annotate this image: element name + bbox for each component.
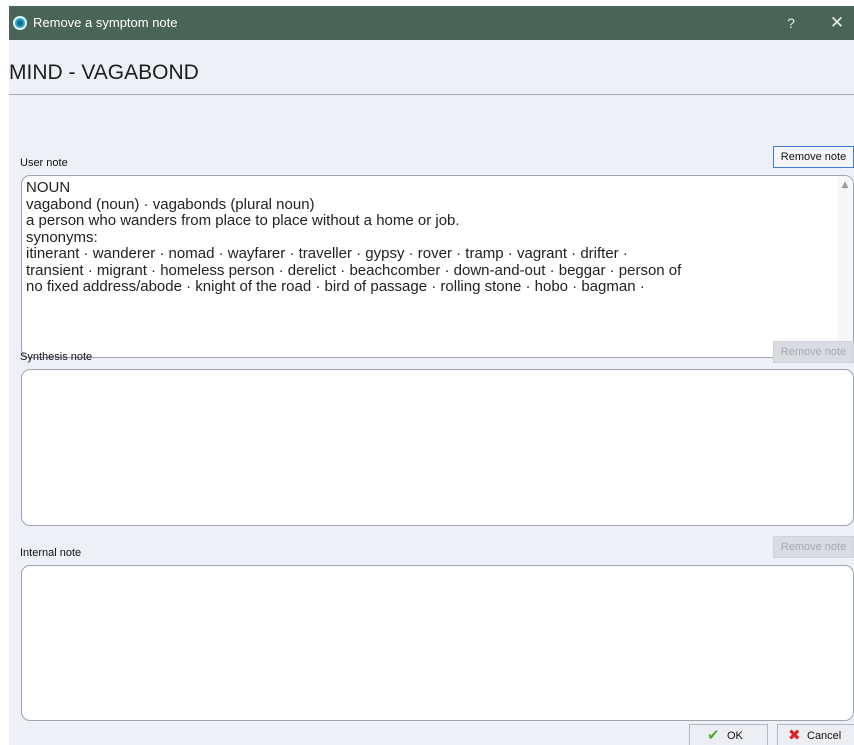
- ok-button-label: OK: [727, 730, 743, 742]
- ok-button[interactable]: ✔ OK: [689, 724, 768, 745]
- title-separator: [9, 94, 854, 95]
- user-note-line: transient · migrant · homeless person · …: [26, 261, 682, 279]
- cancel-button-label: Cancel: [807, 730, 842, 742]
- internal-note-label: Internal note: [20, 547, 82, 559]
- internal-note-textarea[interactable]: [21, 565, 854, 721]
- title-bar[interactable]: Remove a symptom note ? ✕: [9, 6, 854, 40]
- user-note-line: synonyms:: [26, 228, 98, 246]
- user-note-line: a person who wanders from place to place…: [26, 212, 460, 229]
- user-note-text: NOUN vagabond (noun) · vagabonds (plural …: [26, 179, 831, 296]
- remove-symptom-note-dialog: Remove a symptom note ? ✕ MIND - VAGABON…: [9, 6, 854, 745]
- user-note-line: no fixed address/abode · knight of the r…: [26, 278, 645, 295]
- checkmark-icon: ✔: [707, 727, 720, 744]
- synthesis-note-textarea[interactable]: [21, 369, 854, 526]
- user-note-line: vagabond (noun) · vagabonds (plural noun…: [26, 195, 315, 213]
- user-note-scrollbar[interactable]: ▲ ▼: [837, 176, 853, 357]
- remove-user-note-button[interactable]: Remove note: [773, 146, 854, 168]
- cancel-button[interactable]: ✖ Cancel: [777, 724, 854, 745]
- user-note-label: User note: [20, 157, 68, 169]
- symptom-title: MIND - VAGABOND: [9, 61, 199, 84]
- synthesis-note-label: Synthesis note: [20, 351, 93, 363]
- user-note-textarea[interactable]: NOUN vagabond (noun) · vagabonds (plural …: [21, 175, 854, 358]
- remove-synthesis-note-button: Remove note: [773, 341, 854, 363]
- close-button[interactable]: ✕: [827, 12, 847, 34]
- help-button[interactable]: ?: [781, 12, 801, 34]
- user-note-line: NOUN: [26, 179, 71, 196]
- window-title: Remove a symptom note: [33, 15, 178, 30]
- remove-internal-note-button: Remove note: [773, 536, 854, 558]
- app-logo-icon: [13, 16, 27, 30]
- user-note-line: itinerant · wanderer · nomad · wayfarer …: [26, 245, 628, 262]
- x-icon: ✖: [788, 727, 801, 744]
- chevron-up-icon[interactable]: ▲: [837, 178, 853, 192]
